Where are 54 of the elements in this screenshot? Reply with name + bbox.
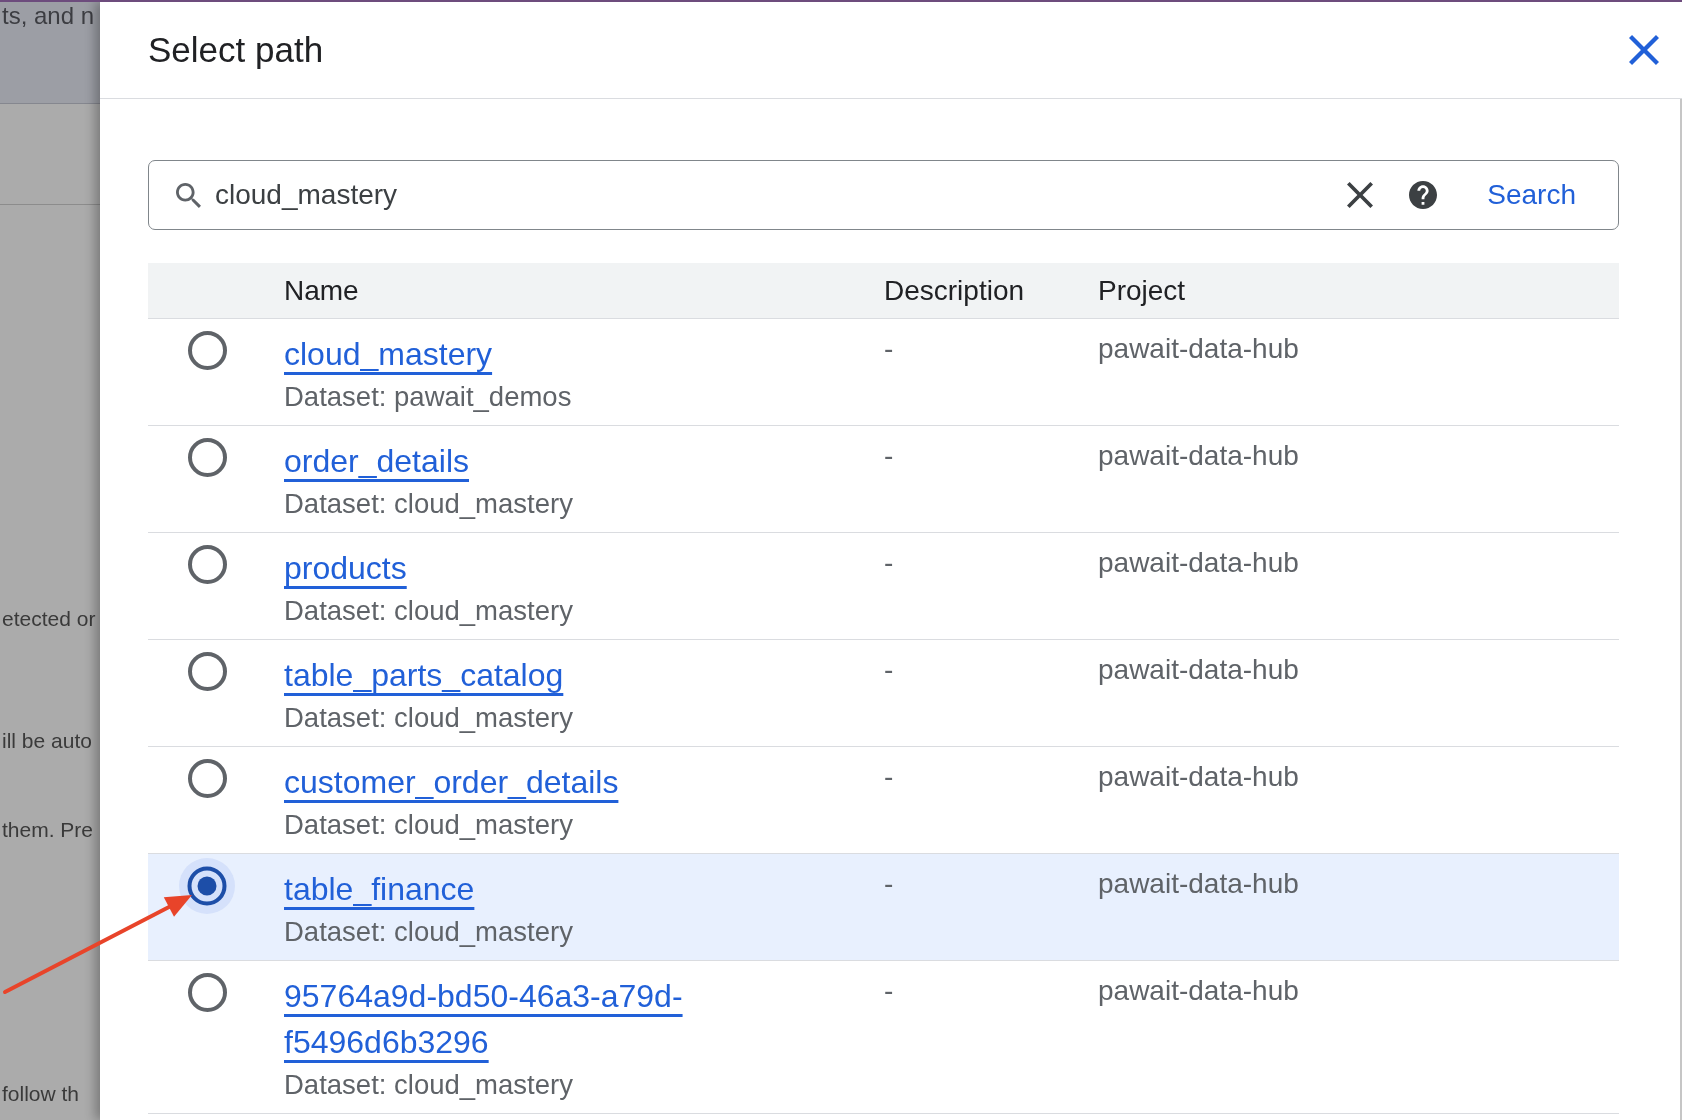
search-icon: [176, 182, 201, 208]
dialog-title: Select path: [148, 30, 324, 70]
radio-button[interactable]: [187, 331, 227, 370]
table-name-link[interactable]: table_parts_catalog: [284, 652, 564, 698]
close-icon: [1347, 182, 1374, 208]
description-cell-text: -: [884, 653, 894, 687]
description-cell-text: -: [884, 332, 894, 366]
radio-button[interactable]: [187, 973, 227, 1012]
radio-button[interactable]: [179, 857, 235, 914]
description-cell-text: -: [884, 867, 894, 901]
project-cell-text: pawait-data-hub: [1098, 546, 1299, 580]
help-icon: [1409, 181, 1438, 209]
dataset-label: Dataset: cloud_mastery: [284, 1068, 573, 1102]
radio-button[interactable]: [187, 759, 227, 798]
close-icon: [1629, 35, 1659, 65]
project-cell-text: pawait-data-hub: [1098, 332, 1299, 366]
search-field[interactable]: cloud_mastery Search: [148, 160, 1619, 230]
table-name-link[interactable]: order_details: [284, 438, 469, 484]
backdrop-text: etected or: [1, 606, 96, 632]
search-button[interactable]: Search: [1487, 179, 1576, 211]
backdrop-text: them. Pre: [1, 817, 94, 843]
dataset-label: Dataset: cloud_mastery: [284, 915, 573, 949]
table-name-link[interactable]: customer_order_details: [284, 759, 619, 805]
dataset-label: Dataset: cloud_mastery: [284, 487, 573, 521]
project-cell-text: pawait-data-hub: [1098, 867, 1299, 901]
backdrop-text: ill be auto: [1, 728, 92, 754]
dataset-label: Dataset: cloud_mastery: [284, 594, 573, 628]
radio-button[interactable]: [187, 438, 227, 477]
close-button[interactable]: [1629, 35, 1659, 65]
description-cell-text: -: [884, 439, 894, 473]
description-cell-text: -: [884, 546, 894, 580]
dataset-label: Dataset: pawait_demos: [284, 380, 572, 414]
project-cell-text: pawait-data-hub: [1098, 653, 1299, 687]
dataset-label: Dataset: cloud_mastery: [284, 701, 573, 735]
radio-button[interactable]: [187, 545, 227, 584]
column-header: Description: [884, 274, 1025, 307]
table-name-link[interactable]: products: [284, 545, 407, 591]
description-cell-text: -: [884, 760, 894, 794]
column-header: Project: [1098, 274, 1186, 307]
table-name-link[interactable]: cloud_mastery: [284, 331, 493, 377]
table-name-link[interactable]: 95764a9d-bd50-46a3-a79d-f5496d6b3296: [284, 973, 864, 1065]
dataset-label: Dataset: cloud_mastery: [284, 808, 573, 842]
description-cell-text: -: [884, 974, 894, 1008]
help-button[interactable]: [1409, 181, 1438, 209]
clear-search-button[interactable]: [1347, 182, 1374, 208]
backdrop-text: ts, and n: [1, 2, 95, 30]
table-name-link[interactable]: table_finance: [284, 866, 475, 912]
backdrop-text: follow th: [1, 1081, 80, 1107]
radio-button[interactable]: [187, 652, 227, 691]
project-cell-text: pawait-data-hub: [1098, 439, 1299, 473]
project-cell-text: pawait-data-hub: [1098, 760, 1299, 794]
project-cell-text: pawait-data-hub: [1098, 974, 1299, 1008]
table-row[interactable]: table_finance Dataset: cloud_mastery - pawait-data-hub: [148, 854, 1619, 961]
column-header: Name: [284, 274, 359, 307]
